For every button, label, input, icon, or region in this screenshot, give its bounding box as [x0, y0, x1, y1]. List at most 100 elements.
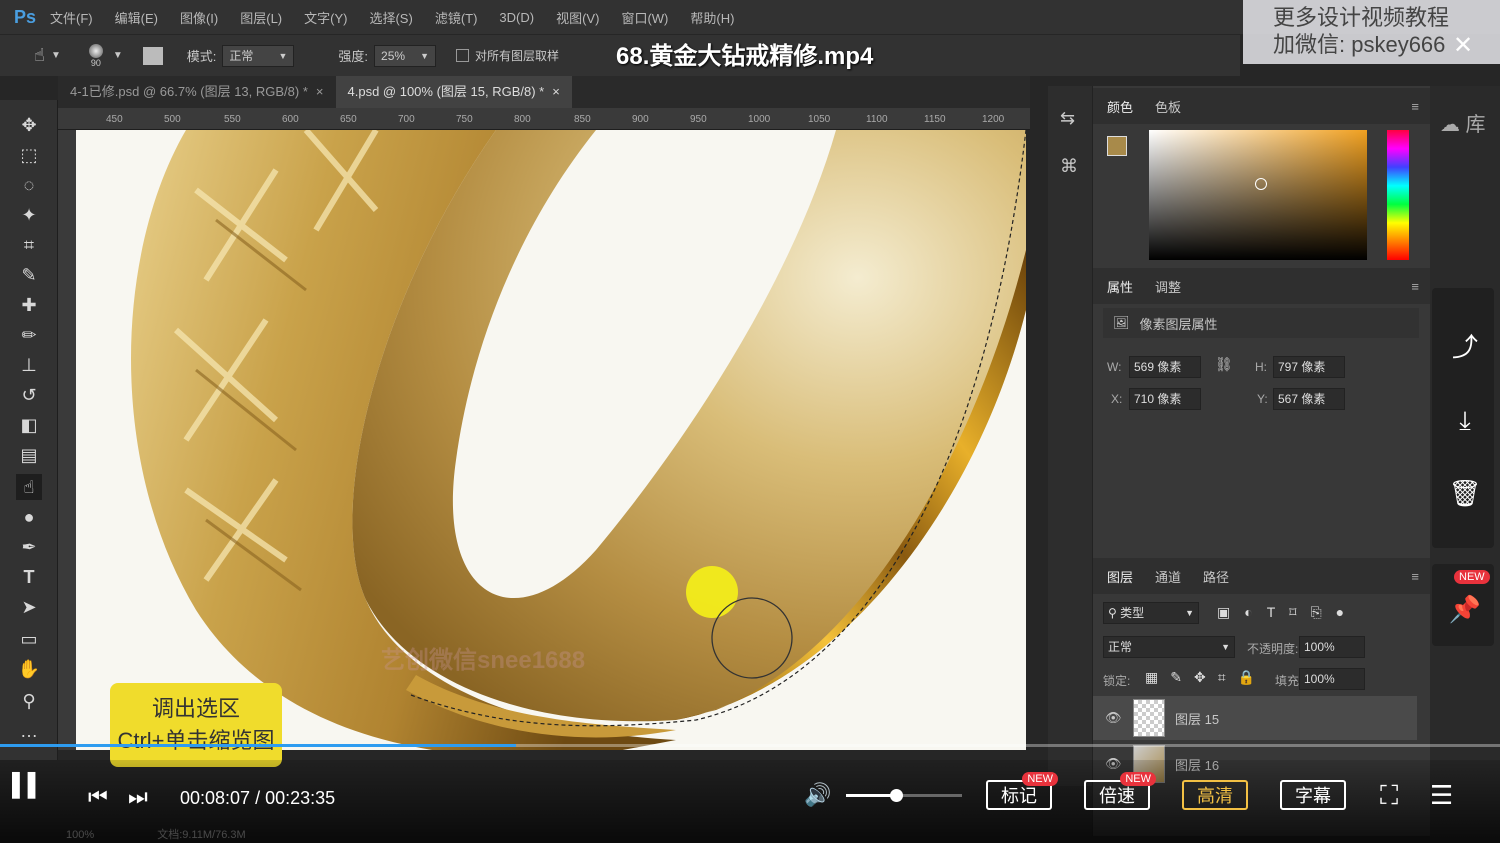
hue-slider[interactable]: [1387, 130, 1409, 260]
tab-swatches[interactable]: 色板: [1155, 97, 1181, 116]
type-filter-icon[interactable]: T: [1267, 604, 1276, 621]
layer-row[interactable]: 👁 图层 15: [1093, 696, 1417, 740]
document-canvas[interactable]: 艺创微信snee1688: [76, 130, 1026, 750]
path-selection-tool-icon[interactable]: ➤: [16, 594, 42, 620]
color-field[interactable]: [1149, 130, 1367, 260]
menu-view[interactable]: 视图(V): [556, 8, 599, 27]
foreground-color-swatch[interactable]: [1107, 136, 1127, 156]
smudge-tool-icon[interactable]: ☝: [34, 45, 45, 66]
dodge-tool-icon[interactable]: ●: [16, 504, 42, 530]
tab-color[interactable]: 颜色: [1107, 97, 1133, 116]
gradient-tool-icon[interactable]: ▤: [16, 442, 42, 468]
actions-icon[interactable]: ⌘: [1060, 156, 1078, 177]
height-field[interactable]: 797 像素: [1273, 356, 1345, 378]
menu-3d[interactable]: 3D(D): [499, 10, 534, 25]
pin-icon[interactable]: 📌: [1449, 594, 1481, 624]
shape-tool-icon[interactable]: ▭: [16, 626, 42, 652]
menu-edit[interactable]: 编辑(E): [115, 8, 158, 27]
eyedropper-tool-icon[interactable]: ✎: [16, 262, 42, 288]
tab-paths[interactable]: 路径: [1203, 567, 1229, 586]
delete-icon[interactable]: 🗑: [1449, 478, 1482, 508]
x-field[interactable]: 710 像素: [1129, 388, 1201, 410]
type-tool-icon[interactable]: T: [16, 564, 42, 590]
menu-filter[interactable]: 滤镜(T): [435, 8, 478, 27]
speed-button[interactable]: 倍速 NEW: [1084, 772, 1156, 810]
tab-channels[interactable]: 通道: [1155, 567, 1181, 586]
menu-type[interactable]: 文字(Y): [304, 8, 347, 27]
previous-icon[interactable]: ⏮: [88, 784, 108, 810]
healing-brush-tool-icon[interactable]: ✚: [16, 292, 42, 318]
next-icon[interactable]: ⏭: [128, 784, 148, 810]
adjustment-filter-icon[interactable]: ◐: [1244, 604, 1252, 621]
history-icon[interactable]: ⇆: [1060, 108, 1075, 129]
eye-icon[interactable]: 👁: [1105, 710, 1125, 726]
magic-wand-tool-icon[interactable]: ✦: [16, 202, 42, 228]
quality-button[interactable]: 高清: [1182, 780, 1248, 810]
mode-select[interactable]: 正常 ▼: [222, 44, 295, 67]
close-icon[interactable]: ×: [316, 76, 324, 108]
menu-help[interactable]: 帮助(H): [690, 8, 734, 27]
fullscreen-icon[interactable]: ⛶: [1380, 780, 1398, 812]
history-brush-tool-icon[interactable]: ↺: [16, 382, 42, 408]
fill-field[interactable]: 100%: [1299, 668, 1365, 690]
pixel-filter-icon[interactable]: ▣: [1217, 604, 1230, 621]
layer-name[interactable]: 图层 15: [1175, 709, 1219, 728]
menu-window[interactable]: 窗口(W): [621, 8, 668, 27]
lasso-tool-icon[interactable]: ◌: [16, 172, 42, 198]
layer-filter-select[interactable]: ⚲ 类型 ▼: [1103, 602, 1199, 624]
brush-panel-icon[interactable]: [142, 46, 163, 65]
lock-pixels-icon[interactable]: ✎: [1170, 669, 1182, 686]
clone-stamp-tool-icon[interactable]: ⊥: [16, 352, 42, 378]
blend-mode-select[interactable]: 正常 ▼: [1103, 636, 1235, 658]
zoom-tool-icon[interactable]: ⚲: [16, 688, 42, 714]
panel-menu-icon[interactable]: ≡: [1411, 569, 1419, 584]
layer-thumbnail[interactable]: [1133, 699, 1165, 737]
progress-fill[interactable]: [0, 744, 516, 747]
brush-preset-picker[interactable]: 90: [83, 43, 109, 68]
menu-layer[interactable]: 图层(L): [240, 8, 282, 27]
mark-button[interactable]: 标记 NEW: [986, 772, 1058, 810]
download-icon[interactable]: ⤓: [1450, 405, 1480, 436]
width-field[interactable]: 569 像素: [1129, 356, 1201, 378]
smart-object-filter-icon[interactable]: ⎘: [1310, 604, 1321, 621]
library-icon[interactable]: ☁ 库: [1440, 108, 1486, 137]
shape-filter-icon[interactable]: ⌑: [1289, 604, 1296, 621]
opacity-field[interactable]: 100%: [1299, 636, 1365, 658]
sample-all-checkbox[interactable]: [456, 49, 470, 62]
menu-file[interactable]: 文件(F): [50, 8, 93, 27]
y-field[interactable]: 567 像素: [1273, 388, 1345, 410]
marquee-tool-icon[interactable]: ⬚: [16, 142, 42, 168]
close-icon[interactable]: ×: [552, 76, 560, 108]
lock-position-icon[interactable]: ✥: [1194, 669, 1206, 686]
layer-toggle-icon[interactable]: ▌▌: [12, 772, 46, 806]
link-icon[interactable]: ⛓: [1215, 356, 1233, 373]
panel-menu-icon[interactable]: ≡: [1411, 99, 1419, 114]
close-icon[interactable]: ✕: [1453, 32, 1473, 59]
volume-knob[interactable]: [889, 789, 903, 802]
lock-transparent-icon[interactable]: ▦: [1145, 669, 1158, 686]
chevron-down-icon[interactable]: ▼: [113, 50, 123, 61]
share-icon[interactable]: ⤴: [1450, 330, 1480, 362]
volume-slider[interactable]: [846, 789, 962, 802]
tab-document-1[interactable]: 4-1已修.psd @ 66.7% (图层 13, RGB/8) * ×: [58, 76, 336, 108]
crop-tool-icon[interactable]: ⌗: [16, 232, 42, 258]
playlist-icon[interactable]: ☰: [1430, 780, 1453, 811]
volume-icon[interactable]: 🔊: [804, 782, 831, 808]
eraser-tool-icon[interactable]: ◧: [16, 412, 42, 438]
lock-all-icon[interactable]: 🔒: [1238, 669, 1255, 686]
tab-layers[interactable]: 图层: [1107, 567, 1133, 586]
menu-select[interactable]: 选择(S): [369, 8, 412, 27]
move-tool-icon[interactable]: ✥: [16, 112, 42, 138]
panel-menu-icon[interactable]: ≡: [1411, 279, 1419, 294]
more-tools-icon[interactable]: …: [16, 718, 42, 744]
tab-adjustments[interactable]: 调整: [1155, 277, 1181, 296]
lock-artboard-icon[interactable]: ⌗: [1218, 669, 1226, 686]
color-picker-handle[interactable]: [1255, 178, 1267, 190]
brush-tool-icon[interactable]: ✏: [16, 322, 42, 348]
tab-document-2[interactable]: 4.psd @ 100% (图层 15, RGB/8) * ×: [335, 76, 572, 108]
hand-tool-icon[interactable]: ✋: [16, 656, 42, 682]
chevron-down-icon[interactable]: ▼: [51, 50, 61, 61]
tab-properties[interactable]: 属性: [1107, 277, 1133, 296]
menu-image[interactable]: 图像(I): [180, 8, 218, 27]
filter-toggle-icon[interactable]: ●: [1336, 604, 1344, 621]
